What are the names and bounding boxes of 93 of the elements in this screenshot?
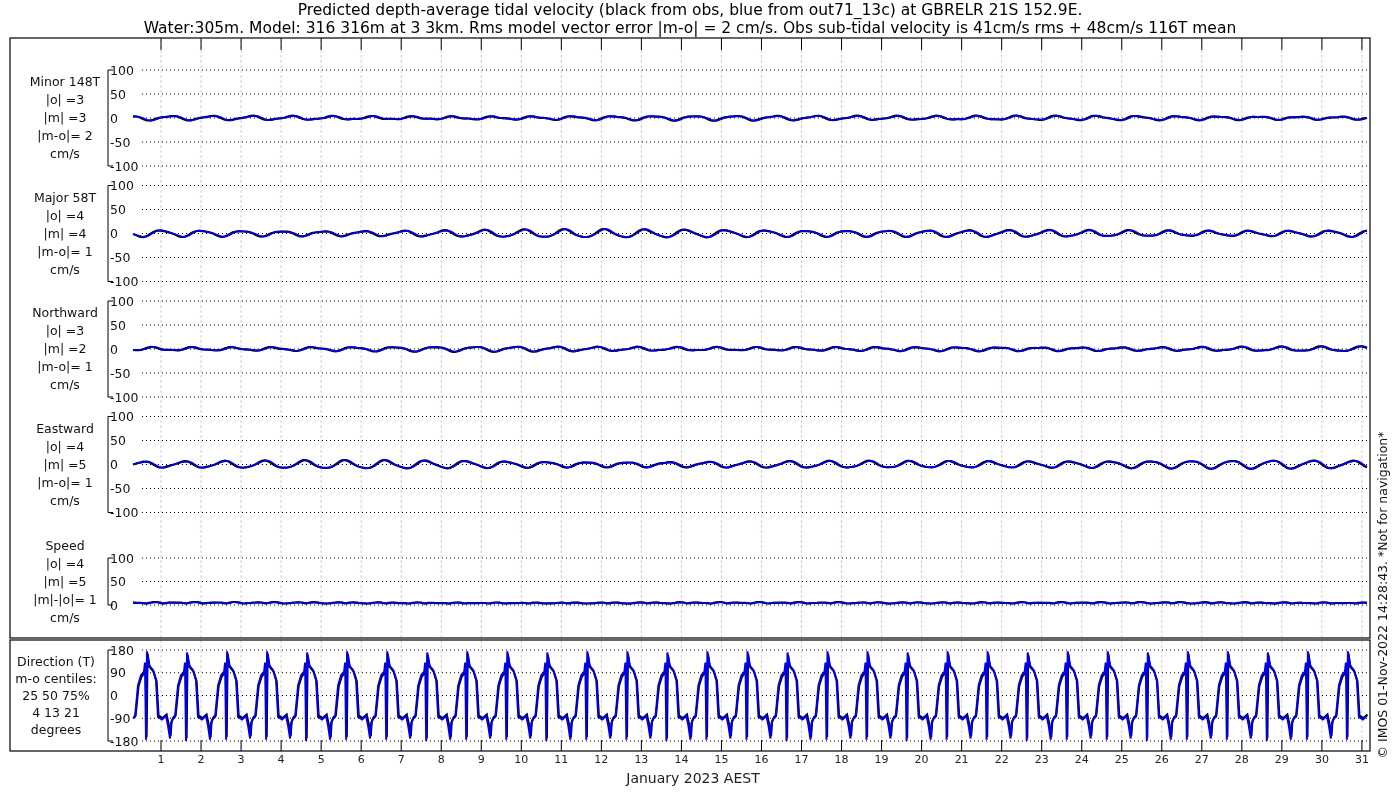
tick-label: -50 (110, 250, 131, 265)
tick-label: -50 (110, 134, 131, 150)
tick-label: 4 (277, 753, 285, 766)
tick-label: 0 (110, 457, 118, 472)
tick-label: 27 (1194, 753, 1209, 766)
tick-label: 29 (1274, 753, 1289, 766)
tick-label: -100 (110, 505, 139, 520)
tick-label: -90 (110, 710, 131, 726)
tick-label: 25 (1114, 753, 1129, 766)
axis-label: |m-o|= 1 (37, 243, 93, 259)
tick-label: -100 (110, 158, 139, 174)
tick-label: 3 (237, 753, 245, 766)
axis-label: |m-o|= 1 (37, 359, 93, 374)
tick-label: 22 (994, 753, 1009, 766)
tick-label: 100 (110, 409, 134, 424)
tick-label: 10 (514, 753, 529, 766)
axis-label: Speed (45, 537, 85, 553)
tick-label: -100 (110, 389, 139, 405)
axis-label: |m|-|o|= 1 (33, 591, 97, 607)
axis-label: |m| =2 (43, 341, 87, 356)
axis-label: Eastward (36, 420, 94, 436)
tick-label: -50 (110, 481, 131, 496)
tick-label: 28 (1234, 753, 1249, 766)
axis-label: Direction (T) (17, 653, 95, 669)
tick-label: 180 (110, 642, 134, 658)
tick-label: 0 (110, 688, 118, 703)
chart-title: Predicted depth-average tidal velocity (black from obs, blue from out71_13c) at GBRELR 21S 152.9E. (297, 1, 1083, 19)
tick-label: 6 (357, 753, 365, 766)
axis-label: |o| =3 (45, 92, 85, 107)
axis-label: degrees (30, 721, 82, 737)
axis-label: cm/s (50, 146, 80, 161)
tick-label: 24 (1074, 753, 1089, 766)
axis-label: |m| =5 (43, 573, 87, 589)
tick-label: 17 (794, 753, 809, 766)
tick-label: 5 (317, 753, 325, 766)
axis-label: Northward (32, 305, 98, 320)
axis-label: 25 50 75% (22, 687, 90, 703)
tick-label: 30 (1314, 753, 1329, 766)
tick-label: 50 (110, 86, 126, 102)
axis-label: |m| =4 (43, 225, 87, 241)
tick-label: 0 (110, 341, 118, 357)
axis-label: m-o centiles: (15, 670, 97, 686)
tick-label: 21 (954, 753, 969, 766)
tick-label: 100 (110, 178, 134, 193)
tick-label: 18 (834, 753, 849, 766)
tick-label: 19 (874, 753, 889, 766)
axis-label: |o| =4 (45, 207, 85, 223)
axis-label: |m-o|= 1 (37, 474, 93, 490)
axis-title: January 2023 AEST (626, 770, 760, 786)
tick-label: 11 (554, 753, 569, 766)
tick-label: 7 (397, 753, 405, 766)
axis-label: 4 13 21 (32, 704, 80, 720)
tick-label: 50 (110, 317, 126, 333)
tick-label: 23 (1034, 753, 1049, 766)
tick-label: 12 (594, 753, 609, 766)
tick-label: 14 (674, 753, 689, 766)
tick-label: -100 (110, 274, 139, 289)
tick-label: 100 (110, 550, 134, 566)
tick-label: 1 (157, 753, 165, 766)
tick-label: 31 (1354, 753, 1369, 766)
credit-text: © IMOS 01-Nov-2022 14:28:43. *Not for navigation* (1375, 431, 1390, 759)
axis-label: |m-o|= 2 (37, 128, 93, 143)
tick-label: 2 (197, 753, 205, 766)
axis-label: |o| =4 (45, 438, 85, 454)
axis-label: |m| =3 (43, 110, 87, 125)
axis-label: cm/s (50, 609, 80, 625)
tick-label: 13 (634, 753, 649, 766)
tick-label: 50 (110, 433, 126, 448)
tick-label: 0 (110, 110, 118, 126)
axis-label: Major 58T (33, 189, 97, 205)
tick-label: 0 (110, 597, 118, 613)
tick-label: 26 (1154, 753, 1169, 766)
axis-label: Minor 148T (29, 74, 101, 89)
tick-label: 100 (110, 62, 134, 78)
tick-label: -180 (110, 733, 139, 749)
tick-label: 50 (110, 202, 126, 217)
tick-label: 90 (110, 665, 126, 681)
axis-label: |m| =5 (43, 456, 87, 472)
tick-label: 15 (714, 753, 729, 766)
axis-label: cm/s (50, 492, 80, 508)
axis-label: cm/s (50, 377, 80, 392)
tick-label: 20 (914, 753, 929, 766)
tick-label: -50 (110, 365, 131, 381)
axis-label: |o| =4 (45, 555, 85, 571)
tick-label: 16 (754, 753, 769, 766)
axis-label: cm/s (50, 261, 80, 277)
tick-label: 100 (110, 293, 134, 309)
axis-label: |o| =3 (45, 323, 85, 338)
tick-label: 50 (110, 574, 126, 589)
tick-label: 9 (477, 753, 485, 766)
tick-label: 0 (110, 226, 118, 241)
tick-label: 8 (437, 753, 445, 766)
chart-title: Water:305m. Model: 316 316m at 3 3km. Rms model vector error |m-o| = 2 cm/s. Obs sub-tidal velocity is 41cm/s rms + 48cm/s 116T mean (143, 19, 1237, 37)
